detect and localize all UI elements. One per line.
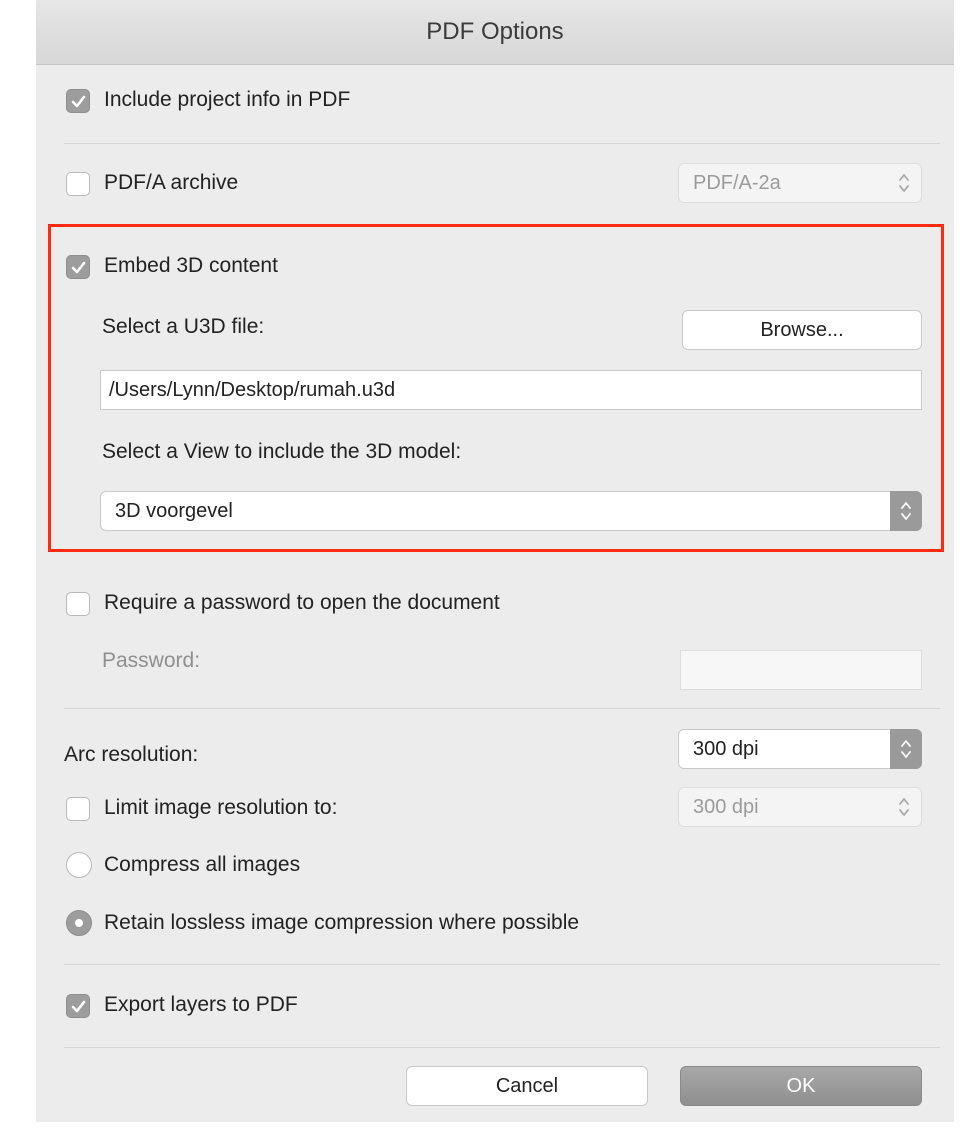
retain-lossless-label: Retain lossless image compression where … (104, 911, 580, 934)
divider (64, 1047, 940, 1048)
compress-all-images-radio[interactable] (66, 852, 92, 878)
divider (64, 143, 940, 144)
pdfa-archive-checkbox[interactable] (66, 172, 90, 196)
limit-image-resolution-label: Limit image resolution to: (104, 796, 338, 819)
limit-image-resolution-value: 300 dpi (693, 796, 759, 818)
export-layers-checkbox[interactable] (66, 994, 90, 1018)
dialog-title: PDF Options (426, 18, 564, 45)
arc-resolution-label: Arc resolution: (64, 743, 199, 766)
radio-dot-icon (75, 919, 83, 927)
arc-resolution-stepper (890, 729, 922, 769)
embed-3d-highlight-box (48, 224, 944, 552)
ok-button[interactable]: OK (680, 1066, 922, 1106)
include-project-info-label: Include project info in PDF (104, 88, 351, 111)
pdf-options-dialog: PDF Options Include project info in PDF … (36, 0, 954, 1122)
updown-arrows-icon (901, 740, 911, 758)
password-field-label: Password: (102, 649, 201, 672)
compress-all-images-label: Compress all images (104, 853, 301, 876)
arc-resolution-value: 300 dpi (693, 738, 759, 760)
pdfa-version-value: PDF/A-2a (693, 172, 781, 194)
require-password-label: Require a password to open the document (104, 591, 500, 614)
pdfa-version-select[interactable]: PDF/A-2a (678, 163, 922, 203)
arc-resolution-select[interactable]: 300 dpi (678, 729, 922, 769)
include-project-info-checkbox[interactable] (66, 89, 90, 113)
cancel-button[interactable]: Cancel (406, 1066, 648, 1106)
dialog-titlebar: PDF Options (36, 0, 954, 65)
updown-arrows-icon (899, 798, 909, 816)
retain-lossless-radio[interactable] (66, 910, 92, 936)
updown-arrows-icon (899, 174, 909, 192)
divider (64, 964, 940, 965)
limit-image-resolution-checkbox[interactable] (66, 797, 90, 821)
password-field[interactable] (680, 650, 922, 690)
require-password-checkbox[interactable] (66, 592, 90, 616)
checkmark-icon (71, 95, 86, 108)
pdfa-archive-label: PDF/A archive (104, 171, 239, 194)
divider (64, 708, 940, 709)
limit-image-resolution-select[interactable]: 300 dpi (678, 787, 922, 827)
checkmark-icon (71, 1000, 86, 1013)
export-layers-label: Export layers to PDF (104, 993, 298, 1016)
